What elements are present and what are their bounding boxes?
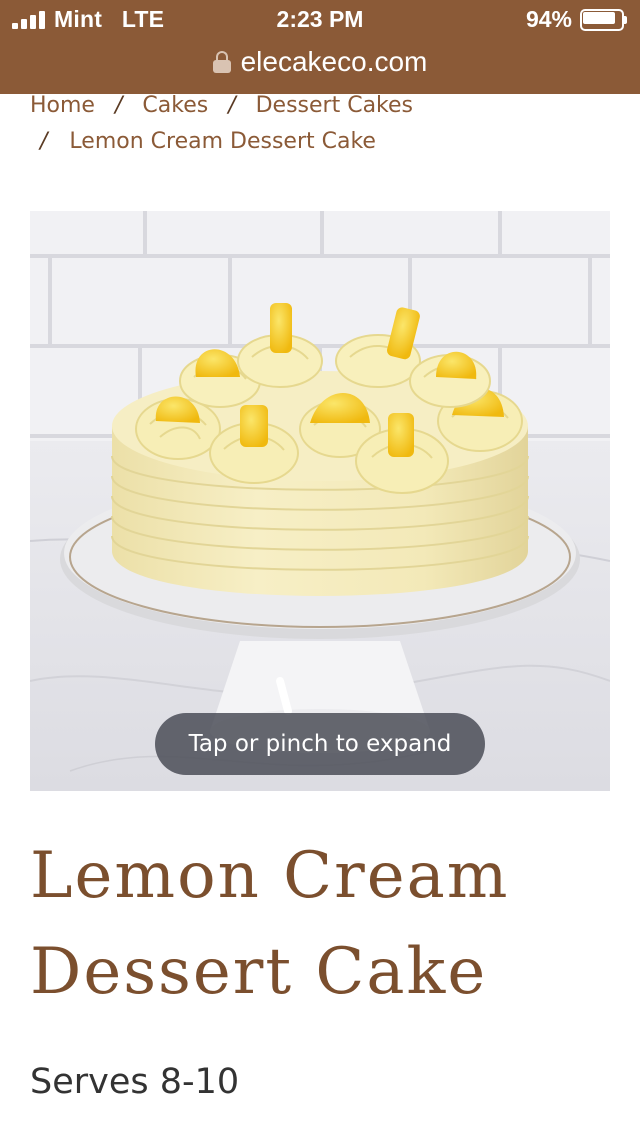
breadcrumb-dessert-cakes-link[interactable]: Dessert Cakes [256, 93, 413, 118]
breadcrumb-home-link[interactable]: Home [30, 93, 95, 118]
breadcrumb-separator: / [40, 129, 48, 154]
expand-image-hint[interactable]: Tap or pinch to expand [155, 713, 485, 775]
browser-header: Mint LTE 2:23 PM 94% elecakeco.com [0, 0, 640, 94]
url-domain[interactable]: elecakeco.com [241, 46, 428, 78]
breadcrumb: Home / Cakes / Dessert Cakes / Lemon Cream De… [30, 88, 610, 160]
product-image[interactable]: Tap or pinch to expand [30, 211, 610, 791]
battery-percentage: 94% [525, 6, 572, 32]
status-bar: Mint LTE 2:23 PM 94% [0, 0, 640, 40]
serving-size: Serves 8-10 [30, 1062, 240, 1102]
battery-icon [580, 9, 628, 31]
lemon-cake-photo [30, 211, 610, 791]
breadcrumb-separator: / [114, 93, 123, 118]
breadcrumb-row: Home / Cakes / Dessert Cakes [30, 88, 610, 124]
lock-icon [212, 51, 231, 73]
breadcrumb-cakes-link[interactable]: Cakes [142, 93, 208, 118]
url-bar[interactable]: elecakeco.com [0, 40, 640, 84]
breadcrumb-separator: / [228, 93, 236, 118]
product-title: Lemon Cream Dessert Cake [30, 839, 510, 1009]
breadcrumb-current-page: Lemon Cream Dessert Cake [69, 129, 376, 154]
breadcrumb-row: / Lemon Cream Dessert Cake [30, 124, 610, 160]
